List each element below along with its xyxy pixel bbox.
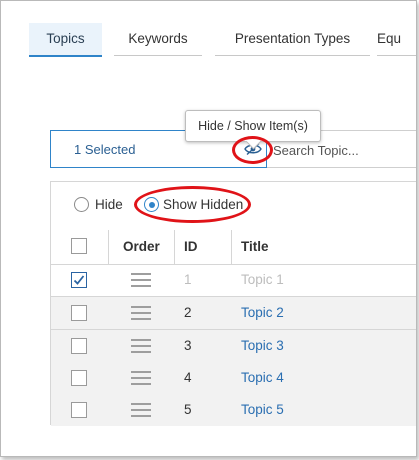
hide-radio-label[interactable]: Hide bbox=[95, 196, 123, 213]
drag-handle-icon[interactable] bbox=[131, 306, 151, 320]
row-title[interactable]: Topic 3 bbox=[241, 330, 284, 362]
table-header: Order ID Title bbox=[51, 230, 416, 265]
row-id: 4 bbox=[184, 370, 192, 385]
search-input[interactable] bbox=[273, 141, 413, 159]
tooltip-hide-show: Hide / Show Item(s) bbox=[185, 110, 321, 142]
row-checkbox[interactable] bbox=[71, 370, 87, 386]
tab-presentation-types[interactable]: Presentation Types bbox=[215, 23, 370, 56]
app-window: Topics Keywords Presentation Types Equ 1… bbox=[0, 0, 417, 457]
topics-table: Hide Show Hidden Order ID Title 1 Topic … bbox=[50, 181, 416, 426]
tab-keywords[interactable]: Keywords bbox=[114, 23, 202, 56]
row-title[interactable]: Topic 1 bbox=[241, 264, 284, 296]
row-id: 3 bbox=[184, 338, 192, 353]
drag-handle-icon[interactable] bbox=[131, 403, 151, 417]
row-checkbox[interactable] bbox=[71, 305, 87, 321]
row-id: 2 bbox=[184, 305, 192, 320]
row-title[interactable]: Topic 5 bbox=[241, 394, 284, 426]
column-header-id[interactable]: ID bbox=[184, 230, 198, 264]
check-icon bbox=[73, 275, 85, 285]
show-hidden-radio-label[interactable]: Show Hidden bbox=[163, 196, 243, 213]
table-row[interactable]: 4 Topic 4 bbox=[51, 362, 416, 395]
column-header-order[interactable]: Order bbox=[123, 230, 160, 264]
table-row[interactable]: 3 Topic 3 bbox=[51, 330, 416, 363]
drag-handle-icon[interactable] bbox=[131, 273, 151, 287]
tab-topics[interactable]: Topics bbox=[29, 23, 102, 57]
row-id: 5 bbox=[184, 402, 192, 417]
row-id: 1 bbox=[184, 272, 192, 287]
table-row[interactable]: 5 Topic 5 bbox=[51, 394, 416, 426]
table-row[interactable]: 1 Topic 1 bbox=[51, 264, 416, 297]
row-checkbox[interactable] bbox=[71, 338, 87, 354]
select-all-checkbox[interactable] bbox=[71, 238, 87, 254]
row-checkbox[interactable] bbox=[71, 402, 87, 418]
tab-equipment[interactable]: Equ bbox=[377, 23, 416, 56]
hide-radio[interactable] bbox=[74, 197, 89, 212]
drag-handle-icon[interactable] bbox=[131, 371, 151, 385]
row-checkbox[interactable] bbox=[71, 272, 87, 288]
row-title[interactable]: Topic 4 bbox=[241, 362, 284, 394]
column-header-title[interactable]: Title bbox=[241, 230, 269, 264]
drag-handle-icon[interactable] bbox=[131, 339, 151, 353]
tooltip-text: Hide / Show Item(s) bbox=[198, 119, 308, 133]
table-row[interactable]: 2 Topic 2 bbox=[51, 297, 416, 330]
row-title[interactable]: Topic 2 bbox=[241, 297, 284, 329]
visibility-filter: Hide Show Hidden bbox=[51, 182, 416, 231]
show-hidden-radio[interactable] bbox=[144, 197, 159, 212]
